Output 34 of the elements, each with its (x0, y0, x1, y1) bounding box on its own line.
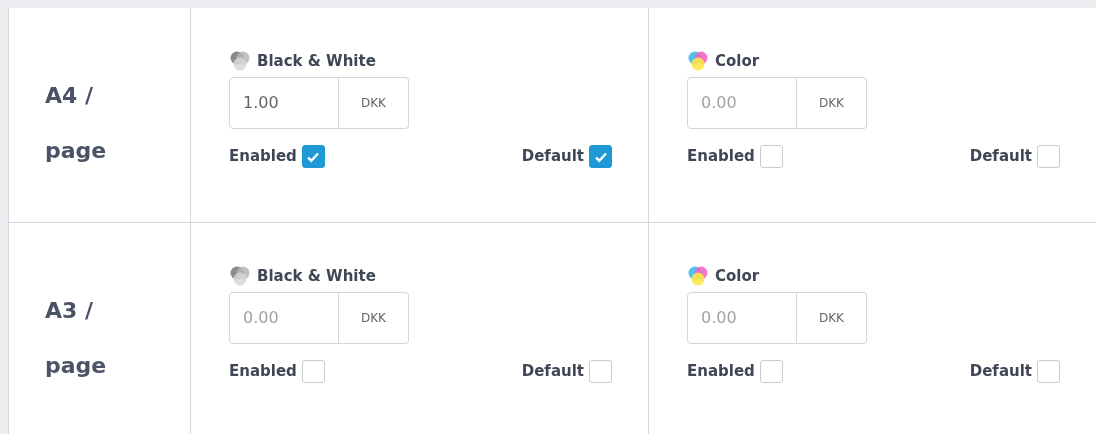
checkbox-label: Enabled (687, 361, 755, 383)
row-label: A3 / page (45, 297, 108, 380)
checkbox-label: Enabled (229, 146, 297, 168)
price-input[interactable]: 0.00 (229, 292, 339, 344)
currency-label: DKK (797, 292, 867, 344)
option-title: Color (715, 265, 760, 287)
checkbox-label: Default (969, 146, 1032, 168)
option-title: Black & White (257, 50, 376, 72)
price-input[interactable]: 1.00 (229, 77, 339, 129)
checkbox-label: Default (521, 146, 584, 168)
currency-label: DKK (339, 292, 409, 344)
overlapping-circles-icon (229, 50, 251, 72)
overlapping-circles-icon (229, 265, 251, 287)
overlapping-circles-icon (687, 50, 709, 72)
overlapping-circles-icon (687, 265, 709, 287)
checkbox-label: Enabled (229, 361, 297, 383)
checkbox[interactable] (589, 145, 612, 168)
currency-label: DKK (797, 77, 867, 129)
checkbox[interactable] (759, 360, 783, 383)
checkbox[interactable] (301, 145, 325, 168)
price-input[interactable]: 0.00 (687, 292, 797, 344)
row-label: A4 / page (45, 82, 108, 165)
checkbox[interactable] (301, 360, 325, 383)
checkbox-label: Default (969, 361, 1032, 383)
checkbox[interactable] (1037, 360, 1060, 383)
checkbox[interactable] (589, 360, 612, 383)
option-title: Black & White (257, 265, 376, 287)
price-input[interactable]: 0.00 (687, 77, 797, 129)
checkbox[interactable] (759, 145, 783, 168)
currency-label: DKK (339, 77, 409, 129)
checkbox[interactable] (1037, 145, 1060, 168)
checkbox-label: Default (521, 361, 584, 383)
checkbox-label: Enabled (687, 146, 755, 168)
option-title: Color (715, 50, 760, 72)
